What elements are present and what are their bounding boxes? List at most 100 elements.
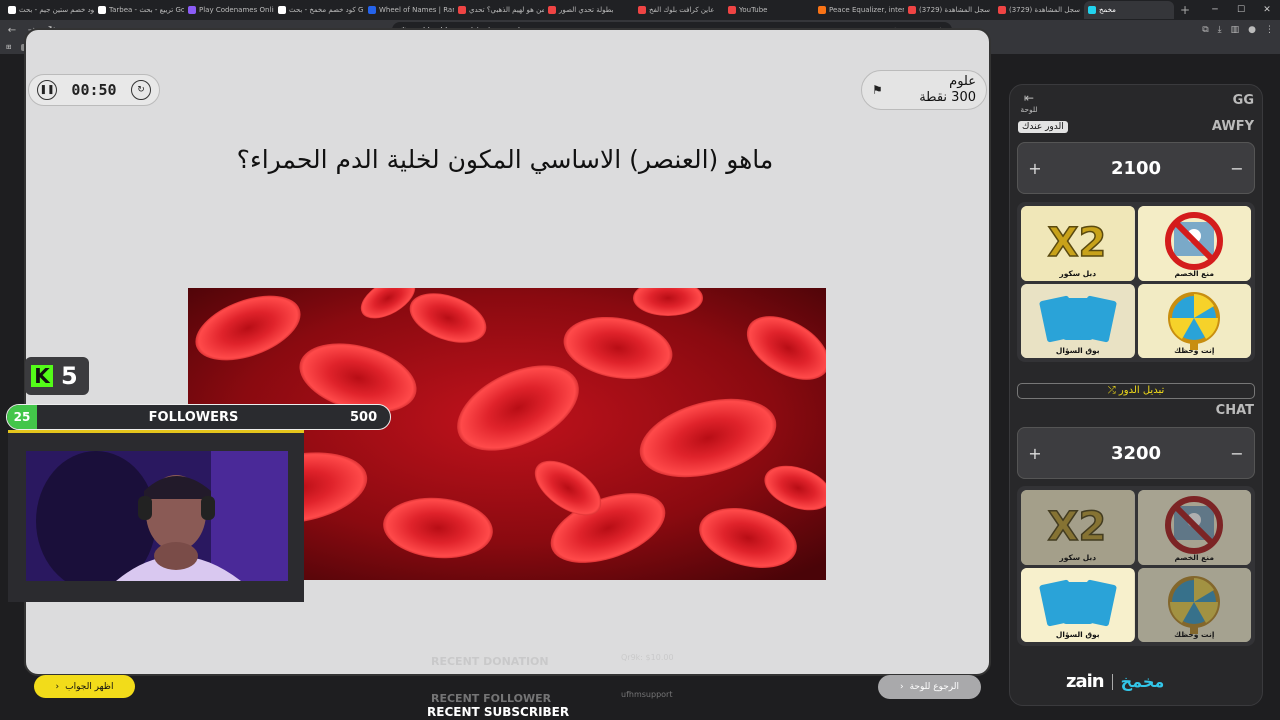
menu-icon[interactable]: ⋮ [1265,25,1274,35]
exit-icon: ⇤ [1023,91,1035,105]
maximize-icon[interactable]: ☐ [1228,0,1254,20]
double-score-label: دبل سكور [1059,268,1097,278]
call-label: بوق السؤال [1055,346,1100,355]
minimize-icon[interactable]: ─ [1202,0,1228,20]
brand-divider [1111,673,1113,690]
window-controls: ─ ☐ ✕ [1202,0,1280,20]
topic-name: علوم [949,74,976,89]
team2-helpers: X2 دبل سكور منع الخصم بوق السؤال إنت وحظ… [1017,486,1255,646]
team1-score: 2100 [1110,157,1162,179]
tab-favicon-icon [728,6,736,14]
wheel-label: إنت وحظك [1174,630,1215,639]
apps-icon[interactable]: ⊞ [6,43,11,51]
block-opponent-helper[interactable]: منع الخصم [1137,206,1251,281]
reset-icon[interactable]: ↻ [131,80,151,100]
double-score-label: دبل سكور [1059,552,1097,562]
team2-score: 3200 [1110,442,1162,464]
new-tab-button[interactable]: + [1174,3,1196,17]
tab-title: (3729) سجل المشاهدة [919,6,990,14]
extensions-icon[interactable]: ⧉ [1202,25,1208,35]
team1-plus-button[interactable]: + [1027,159,1043,178]
browser-tab[interactable]: YouTube [724,1,814,19]
browser-tab[interactable]: بطولة تحدي الصور [544,1,634,19]
tab-title: مخمخ [1099,6,1116,14]
flag-icon[interactable]: ⚑ [872,83,883,97]
wheel-helper[interactable]: إنت وحظك [1137,567,1251,642]
profile-icon[interactable]: ● [1248,25,1256,35]
tab-favicon-icon [8,6,16,14]
double-score-helper[interactable]: X2 دبل سكور [1021,490,1135,565]
tab-favicon-icon [458,6,466,14]
recent-donation-label: RECENT DONATION [431,655,549,668]
swap-icon: ⤮ [1107,385,1116,396]
sidepanel-icon[interactable]: ▥ [1231,25,1240,35]
sponsor-brand: zain مخمخ [1066,671,1164,692]
team2-plus-button[interactable]: + [1027,444,1043,463]
wheel-label: إنت وحظك [1174,346,1215,355]
recent-donation-value: Qr9k: $10.00 [621,653,674,662]
tab-title: بطولة تحدي الصور [559,6,614,14]
browser-tab[interactable]: (3729) سجل المشاهدة [904,1,994,19]
tab-favicon-icon [188,6,196,14]
call-label: بوق السؤال [1055,630,1100,639]
recent-follower-label: RECENT FOLLOWER [431,692,552,705]
topic-points: 300 نقطة [919,90,976,105]
timer-widget: ❚❚ 00:50 ↻ [28,74,160,106]
back-to-board-label: الرجوع للوحة [909,682,960,692]
chevron-left-icon: ‹ [55,681,60,692]
browser-tab[interactable]: كود خصم مخمخ - بحث G [274,1,364,19]
call-helper[interactable]: بوق السؤال [1021,283,1135,358]
team1-score-box: + 2100 − [1017,142,1255,194]
wheel-helper[interactable]: إنت وحظك [1137,283,1251,358]
tab-favicon-icon [278,6,286,14]
double-score-helper[interactable]: X2 دبل سكور [1021,206,1135,281]
browser-tab[interactable]: كود خصم ستين جيم - بحث [4,1,94,19]
browser-tab[interactable]: Wheel of Names | Rand [364,1,454,19]
tab-title: Wheel of Names | Rand [379,6,454,14]
gg-label: GG [1232,93,1254,108]
browser-tab[interactable]: (3729) سجل المشاهدة [994,1,1084,19]
webcam-feed [26,451,288,581]
tab-favicon-icon [98,6,106,14]
back-icon[interactable]: ← [6,25,18,36]
browser-tab[interactable]: Tarbea - ترييع - بحث Goo [94,1,184,19]
webcam-frame [8,430,304,602]
tab-favicon-icon [638,6,646,14]
kick-logo-icon: K [31,364,53,388]
tab-favicon-icon [368,6,376,14]
block-opponent-label: منع الخصم [1174,268,1214,278]
tab-favicon-icon [1088,6,1096,14]
followers-label: FOLLOWERS [148,409,239,425]
back-to-board-button[interactable]: الرجوع للوحة ‹ [878,675,981,699]
kick-counter: K 5 [25,357,89,395]
team1-minus-button[interactable]: − [1229,159,1245,178]
block-opponent-helper[interactable]: منع الخصم [1137,490,1251,565]
close-icon[interactable]: ✕ [1254,0,1280,20]
browser-tab[interactable]: Peace Equalizer, interfac [814,1,904,19]
tab-title: (3729) سجل المشاهدة [1009,6,1080,14]
tab-title: Peace Equalizer, interfac [829,6,904,14]
call-helper[interactable]: بوق السؤال [1021,567,1135,642]
svg-text:X2: X2 [1048,220,1107,266]
browser-tabbar: كود خصم ستين جيم - بحث Tarbea - ترييع - ب… [0,0,1280,20]
exit-to-board-button[interactable]: ⇤ للوحة [1018,91,1040,114]
tab-favicon-icon [998,6,1006,14]
pause-icon[interactable]: ❚❚ [37,80,57,100]
downloads-icon[interactable]: ⤓ [1218,25,1222,35]
swap-turn-button[interactable]: تبديل الدور ⤮ [1017,383,1255,399]
browser-tab[interactable]: من هو لهيم الذهبي؟ تحدي [454,1,544,19]
recent-subscriber-label: RECENT SUBSCRIBER [427,705,570,719]
tab-favicon-icon [908,6,916,14]
exit-label: للوحة [1020,105,1038,114]
browser-tab[interactable]: مخمخ [1084,1,1174,19]
show-answer-button[interactable]: اظهر الجواب ‹ [34,675,135,698]
zain-logo: zain [1066,671,1105,692]
recent-follower-value: ufhmsupport [621,690,673,699]
tab-title: Play Codenames Online [199,6,274,14]
team2-minus-button[interactable]: − [1229,444,1245,463]
tab-title: كود خصم مخمخ - بحث G [289,6,364,14]
browser-tab[interactable]: Play Codenames Online [184,1,274,19]
followers-current: 25 [7,405,37,429]
timer-display: 00:50 [71,81,117,99]
browser-tab[interactable]: عاين كرافت بلوك الفخ [634,1,724,19]
